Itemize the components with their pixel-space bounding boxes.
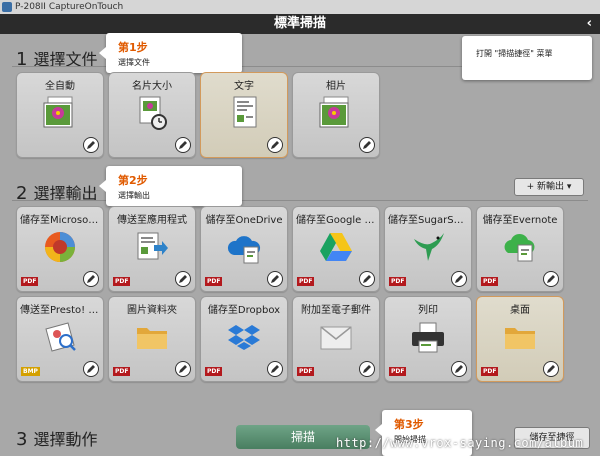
step2-tooltip: 第2步 選擇輸出 [99,166,242,206]
card-clock-icon [139,96,167,130]
output-tile-onenote[interactable]: 儲存至Microsoft ... PDF [16,206,104,292]
format-badge: PDF [205,277,223,286]
tile-label: 儲存至Microsoft ... [20,215,103,226]
photo-stack-icon [319,96,349,128]
watermark-text: http://www.vrox-saying.com/album [336,436,584,450]
folder-icon [505,328,535,349]
format-badge: BMP [21,367,40,376]
tile-label: 儲存至Dropbox [207,305,281,316]
edit-icon[interactable] [359,271,375,287]
sugarsync-icon [414,233,444,261]
tile-label: 儲存至Evernote [482,215,558,226]
folder-icon [137,328,167,349]
output-tile-sugarsync[interactable]: 儲存至SugarSync PDF [384,206,472,292]
format-badge: PDF [297,277,315,286]
step2-desc: 選擇輸出 [118,191,150,200]
output-tile-dropbox[interactable]: 儲存至Dropbox PDF [200,296,288,382]
dropbox-icon [228,325,260,350]
format-badge: PDF [389,367,407,376]
doc-tile-text[interactable]: 文字 [200,72,288,158]
tile-label: 名片大小 [132,81,172,92]
collapse-icon[interactable]: ‹ [587,14,592,34]
tile-label: 桌面 [510,305,530,316]
edit-icon[interactable] [83,361,99,377]
app-icon [2,2,12,12]
shortcut-tooltip-text: 打開 "掃描捷徑" 菜單 [476,49,553,58]
step1-label: 第1步 [118,41,148,54]
edit-icon[interactable] [175,137,191,153]
output-tile-send-app[interactable]: 傳送至應用程式 PDF [108,206,196,292]
doc-tile-auto[interactable]: 全自動 [16,72,104,158]
tile-label: 傳送至應用程式 [117,215,187,226]
output-tile-presto[interactable]: 傳送至Presto! Bi... BMP [16,296,104,382]
output-tile-google-drive[interactable]: 儲存至Google D... PDF [292,206,380,292]
edit-icon[interactable] [267,361,283,377]
edit-icon[interactable] [83,271,99,287]
format-badge: PDF [481,277,499,286]
section3-number: 3 [16,429,28,450]
edit-icon[interactable] [267,271,283,287]
output-tile-onedrive[interactable]: 儲存至OneDrive PDF [200,206,288,292]
section3-title: 3 選擇動作 [16,426,97,450]
section3-label: 選擇動作 [33,430,98,449]
text-document-icon [233,96,257,128]
step1-desc: 選擇文件 [118,58,150,67]
doc-tile-photo[interactable]: 相片 [292,72,380,158]
tile-label: 傳送至Presto! Bi... [20,305,103,316]
page-title: 標準掃描 [273,16,326,31]
edit-icon[interactable] [451,271,467,287]
tile-label: 相片 [326,81,346,92]
send-app-icon [137,232,168,260]
onedrive-icon [227,236,261,264]
edit-icon[interactable] [267,137,283,153]
evernote-icon [504,233,535,262]
email-icon [320,326,352,350]
doc-tile-business-card[interactable]: 名片大小 [108,72,196,158]
format-badge: PDF [113,367,131,376]
step2-label: 第2步 [118,174,148,187]
tile-label: 圖片資料夾 [127,305,177,316]
output-tile-email[interactable]: 附加至電子郵件 PDF [292,296,380,382]
step3-label: 第3步 [394,418,424,431]
onenote-icon [45,232,75,262]
format-badge: PDF [21,277,39,286]
output-tile-evernote[interactable]: 儲存至Evernote PDF [476,206,564,292]
edit-icon[interactable] [451,361,467,377]
output-tile-print[interactable]: 列印 PDF [384,296,472,382]
format-badge: PDF [297,367,315,376]
tile-label: 文字 [234,81,254,92]
format-badge: PDF [113,277,131,286]
edit-icon[interactable] [175,361,191,377]
tile-label: 附加至電子郵件 [301,305,371,316]
output-tile-picture-folder[interactable]: 圖片資料夾 PDF [108,296,196,382]
tile-label: 列印 [418,305,438,316]
edit-icon[interactable] [359,361,375,377]
printer-icon [412,322,444,353]
edit-icon[interactable] [83,137,99,153]
tile-label: 儲存至OneDrive [205,215,283,226]
window-titlebar: P-208II CaptureOnTouch [0,0,600,14]
edit-icon[interactable] [359,137,375,153]
format-badge: PDF [205,367,223,376]
edit-icon[interactable] [543,361,559,377]
tile-label: 全自動 [45,81,75,92]
tile-label: 儲存至Google D... [296,215,379,226]
presto-icon [45,322,76,352]
step1-tooltip: 第1步 選擇文件 [99,33,242,73]
format-badge: PDF [389,277,407,286]
google-drive-icon [320,233,352,261]
photo-stack-icon [43,96,73,128]
edit-icon[interactable] [543,271,559,287]
new-output-button[interactable]: + 新輸出 ▾ [514,178,584,196]
window-title: P-208II CaptureOnTouch [15,2,124,12]
shortcut-tooltip: 打開 "掃描捷徑" 菜單 [462,36,592,80]
output-tile-desktop[interactable]: 桌面 PDF [476,296,564,382]
format-badge: PDF [481,367,499,376]
page-header: 標準掃描 ‹ [0,14,600,34]
section2-divider [12,200,588,201]
edit-icon[interactable] [175,271,191,287]
tile-label: 儲存至SugarSync [388,215,471,226]
